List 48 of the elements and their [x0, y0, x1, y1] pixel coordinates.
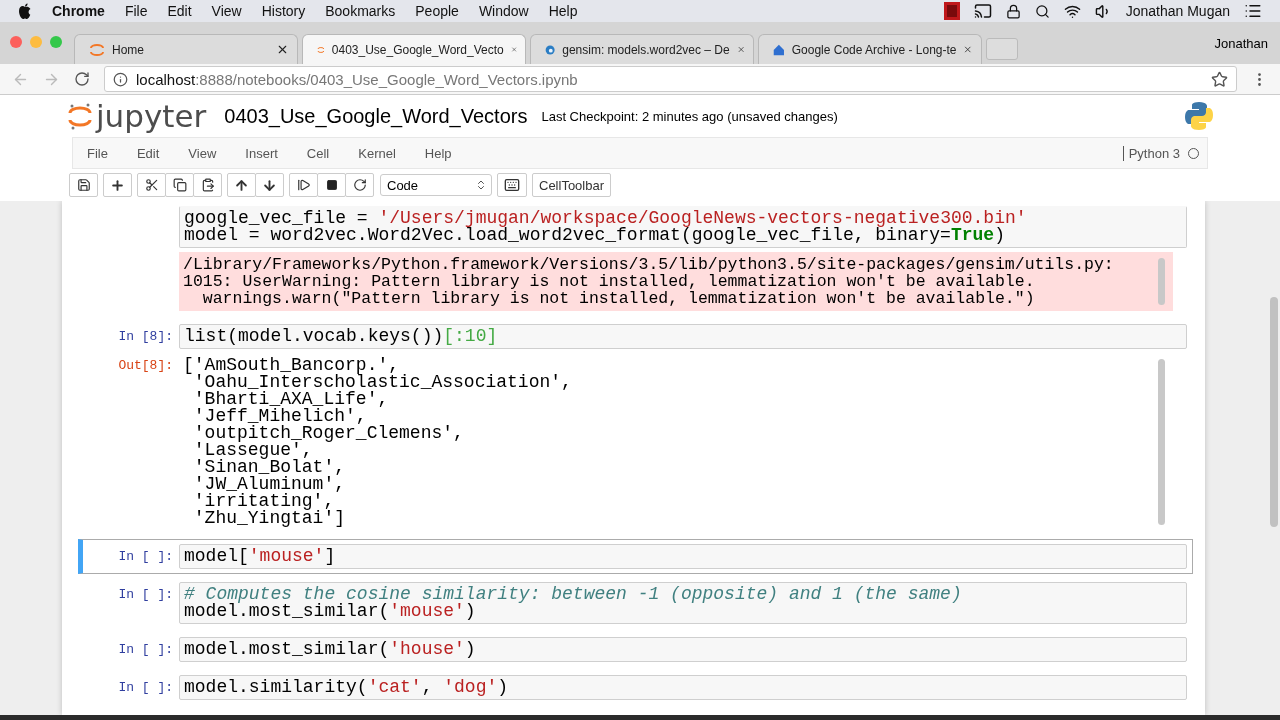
notebook-cell[interactable]: In [ ]: # Computes the cosine similarity: between -1 (opposite) and 1 (the same) model.most_similar('mouse') — [78, 577, 1193, 629]
warning-output: /Library/Frameworks/Python.framework/Versions/3.5/lib/python3.5/site-packages/gensim/utils.py: 1015: UserWarning: Pattern library is not installed, lemmatization won't be available. warnings.warn("Pattern library is not installed, lemmatization won't be available.") — [179, 252, 1173, 311]
notebook-menu-item[interactable]: Kernel — [358, 145, 411, 161]
jupyter-logo: jupyter — [68, 98, 207, 134]
menu-item[interactable]: People — [415, 3, 459, 19]
menu-item[interactable]: Bookmarks — [325, 3, 396, 19]
input-prompt: In [8]: — [117, 328, 174, 346]
menu-item[interactable]: Window — [478, 3, 529, 19]
app-menu[interactable]: Chrome — [52, 3, 105, 19]
code-input[interactable]: model.most_similar('house') — [179, 637, 1187, 662]
menu-item[interactable]: Edit — [167, 3, 192, 19]
address-bar[interactable]: localhost:8888/notebooks/0403_Use_Google_Word_Vectors.ipynb — [104, 66, 1237, 92]
notebook-menu-item[interactable]: Edit — [136, 145, 175, 161]
input-prompt: In [ ]: — [117, 548, 174, 566]
notebook-menu-item[interactable]: File — [87, 145, 123, 161]
notebook-menu-item[interactable]: Insert — [245, 145, 293, 161]
browser-tab[interactable]: Home — [74, 34, 298, 64]
notebook-menu-item[interactable]: View — [188, 145, 232, 161]
notebook-cell[interactable]: In [ ]: model['mouse'] — [78, 539, 1193, 574]
notebook-cell[interactable]: In [ ]: model.similarity('cat', 'dog') — [78, 670, 1193, 705]
notebook-title[interactable]: 0403_Use_Google_Word_Vectors — [224, 104, 528, 128]
code-input[interactable]: model.similarity('cat', 'dog') — [179, 675, 1187, 700]
notebook-menu-item[interactable]: Cell — [306, 145, 345, 161]
url-text: localhost:8888/notebooks/0403_Use_Google_Word_Vectors.ipynb — [136, 70, 578, 88]
menu-item[interactable]: Help — [548, 3, 578, 19]
cell-type-select[interactable]: Code — [380, 174, 492, 196]
code-input[interactable]: google_vec_file = '/Users/jmugan/workspace/GoogleNews-vectors-negative300.bin' model = word2vec.Word2Vec.load_word2vec_format(google_vec_file, binary=True) — [179, 206, 1187, 248]
code-input[interactable]: model['mouse'] — [179, 544, 1187, 569]
kernel-name: Python 3 — [1122, 145, 1188, 161]
code-input[interactable]: list(model.vocab.keys())[:10] — [179, 324, 1187, 349]
browser-tab[interactable]: gensim: models.word2vec – De — [530, 34, 754, 64]
menu-item[interactable]: History — [261, 3, 306, 19]
notebook-cell[interactable]: In [ ]: model.most_similar('house') — [78, 632, 1193, 667]
input-prompt: In [ ]: — [117, 641, 174, 659]
menu-item[interactable]: File — [124, 3, 148, 19]
profile-name[interactable]: Jonathan — [1214, 35, 1268, 51]
notebook-menu-item[interactable]: Help — [424, 145, 467, 161]
code-input[interactable]: # Computes the cosine similarity: between -1 (opposite) and 1 (the same) model.most_similar('mouse') — [179, 582, 1187, 624]
celltoolbar-button[interactable]: CellToolbar — [532, 173, 612, 197]
input-prompt: In [ ]: — [117, 679, 174, 697]
menu-item[interactable]: View — [211, 3, 242, 19]
browser-tab[interactable]: Google Code Archive - Long-te — [758, 34, 982, 64]
output-prompt: Out[8]: — [117, 357, 174, 375]
user-name: Jonathan Mugan — [1125, 3, 1230, 19]
input-prompt: In [ ]: — [117, 586, 174, 604]
checkpoint-status: Last Checkpoint: 2 minutes ago (unsaved changes) — [541, 108, 838, 124]
result-output: ['AmSouth_Bancorp.', 'Oahu_Interscholastic_Association', 'Bharti_AXA_Life', 'Jeff_Mihelich', 'outpitch_Roger_Clemens', 'Lassegue', 'Sinan_Bolat', 'JW_Aluminum', 'irritating', 'Zhu_Yingtai'] — [179, 353, 1173, 531]
browser-tab[interactable]: 0403_Use_Google_Word_Vecto — [302, 34, 526, 64]
